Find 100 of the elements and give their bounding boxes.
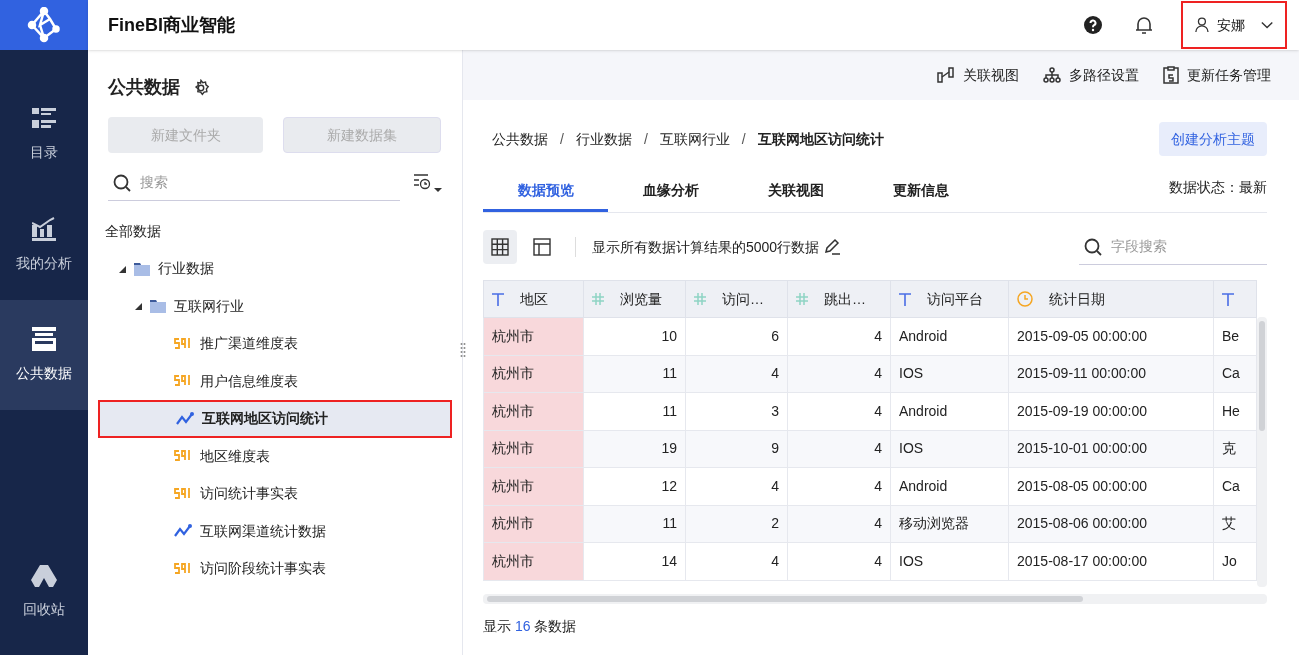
table-cell: He	[1213, 392, 1257, 430]
breadcrumb-link[interactable]: 互联网行业	[659, 128, 730, 150]
table-cell: 移动浏览器	[890, 505, 1009, 543]
triangle-down-icon[interactable]	[118, 264, 126, 273]
number-type-icon	[592, 293, 604, 305]
column-header[interactable]: 跳出…	[787, 280, 891, 318]
table-cell: 杭州市	[483, 392, 584, 430]
tree-item[interactable]: 互联网地区访问统计	[98, 400, 452, 438]
triangle-down-icon[interactable]	[134, 302, 142, 311]
search-icon	[1083, 236, 1103, 257]
table-cell: 4	[685, 355, 788, 393]
table-cell: 4	[685, 467, 788, 505]
table-cell: 9	[685, 430, 788, 468]
help-icon[interactable]	[1083, 15, 1103, 35]
table-cell: 2015-10-01 00:00:00	[1008, 430, 1214, 468]
tree-item[interactable]: 访问统计事实表	[98, 475, 452, 513]
table-cell: 杭州市	[483, 430, 584, 468]
table-cell: 14	[583, 542, 686, 580]
tab[interactable]: 血缘分析	[608, 172, 733, 212]
stack-icon	[32, 326, 56, 351]
table-cell: 杭州市	[483, 467, 584, 505]
breadcrumb-link[interactable]: 行业数据	[575, 128, 632, 150]
table-cell: 19	[583, 430, 686, 468]
table-cell: 4	[787, 542, 891, 580]
table-cell: 4	[787, 355, 891, 393]
hierarchy-icon	[1043, 67, 1061, 83]
data-status: 数据状态：最新	[1169, 178, 1267, 197]
toolbar-button[interactable]: 关联视图	[937, 64, 1019, 86]
nav-item[interactable]: 公共数据	[0, 300, 88, 410]
logo[interactable]	[0, 0, 88, 50]
vertical-scrollbar[interactable]	[1257, 317, 1267, 587]
table-cell: 11	[583, 505, 686, 543]
column-header[interactable]	[1213, 280, 1257, 318]
table-cell: IOS	[890, 355, 1009, 393]
breadcrumb-separator: /	[643, 129, 648, 149]
layout-icon	[533, 238, 551, 256]
table-cell: 2015-08-06 00:00:00	[1008, 505, 1214, 543]
field-search[interactable]: 字段搜索	[1111, 236, 1251, 257]
table-cell: 4	[787, 467, 891, 505]
tree-item[interactable]: 访问阶段统计事实表	[98, 550, 452, 588]
tab[interactable]: 关联视图	[733, 172, 858, 212]
table-cell: 杭州市	[483, 355, 584, 393]
tab[interactable]: 数据预览	[483, 172, 608, 212]
table-cell: 4	[685, 542, 788, 580]
toolbar-button[interactable]: 多路径设置	[1043, 64, 1139, 86]
column-header[interactable]: 浏览量	[583, 280, 686, 318]
table-cell: Android	[890, 392, 1009, 430]
tree-item[interactable]: 推广渠道维度表	[98, 325, 452, 363]
triangle-icon	[31, 564, 57, 587]
bell-icon[interactable]	[1135, 15, 1153, 35]
table-cell: 克	[1213, 430, 1257, 468]
tree-item[interactable]: 地区维度表	[98, 437, 452, 475]
sort-icon[interactable]	[412, 172, 442, 194]
table-cell: 2015-09-05 00:00:00	[1008, 317, 1214, 355]
grid-icon	[491, 238, 509, 256]
edit-icon[interactable]	[823, 238, 842, 256]
table-cell: 3	[685, 392, 788, 430]
line-chart-icon	[176, 411, 194, 426]
column-header[interactable]: 地区	[483, 280, 584, 318]
breadcrumb-link[interactable]: 公共数据	[492, 128, 548, 150]
column-header[interactable]: 统计日期	[1008, 280, 1214, 318]
table-cell: 2015-09-11 00:00:00	[1008, 355, 1214, 393]
table-cell: Be	[1213, 317, 1257, 355]
tree-root[interactable]: 全部数据	[105, 221, 442, 242]
column-header[interactable]: 访问…	[685, 280, 788, 318]
toolbar-button[interactable]: 更新任务管理	[1163, 64, 1271, 86]
chevron-down-icon	[1260, 20, 1273, 30]
number-type-icon	[796, 293, 808, 305]
tab[interactable]: 更新信息	[858, 172, 983, 212]
search-icon	[112, 172, 132, 193]
table-cell: 4	[787, 317, 891, 355]
clipboard-icon	[1163, 66, 1179, 84]
create-topic-button[interactable]: 创建分析主题	[1159, 122, 1267, 156]
tree-item[interactable]: 互联网渠道统计数据	[98, 512, 452, 550]
sql-icon	[174, 486, 192, 501]
user-icon	[1195, 16, 1209, 34]
table-cell: Ca	[1213, 467, 1257, 505]
horizontal-scrollbar[interactable]	[483, 594, 1267, 604]
search-field[interactable]: 搜索	[140, 172, 396, 193]
settings-icon[interactable]	[192, 78, 210, 97]
chart-icon	[32, 216, 56, 241]
column-header[interactable]: 访问平台	[890, 280, 1009, 318]
table-cell: IOS	[890, 542, 1009, 580]
number-type-icon	[694, 293, 706, 305]
user-menu[interactable]: 安娜	[1181, 1, 1287, 49]
table-cell: 杭州市	[483, 317, 584, 355]
resize-handle-icon[interactable]	[460, 342, 466, 358]
tree-item[interactable]: 互联网行业	[98, 287, 452, 325]
panel-title: 公共数据	[108, 76, 180, 99]
breadcrumb-separator: /	[560, 129, 564, 149]
nav-item[interactable]: 我的分析	[0, 190, 88, 300]
nav-item[interactable]: 目录	[0, 80, 88, 190]
clock-icon	[1017, 291, 1033, 307]
nav-item[interactable]: 回收站	[0, 537, 88, 647]
view-mode-button[interactable]	[483, 230, 517, 264]
row-count-note: 显示所有数据计算结果的5000行数据	[592, 237, 820, 257]
text-type-icon	[1222, 292, 1234, 306]
tree-item[interactable]: 用户信息维度表	[98, 362, 452, 400]
table-cell: 11	[583, 355, 686, 393]
tree-item[interactable]: 行业数据	[98, 250, 452, 288]
